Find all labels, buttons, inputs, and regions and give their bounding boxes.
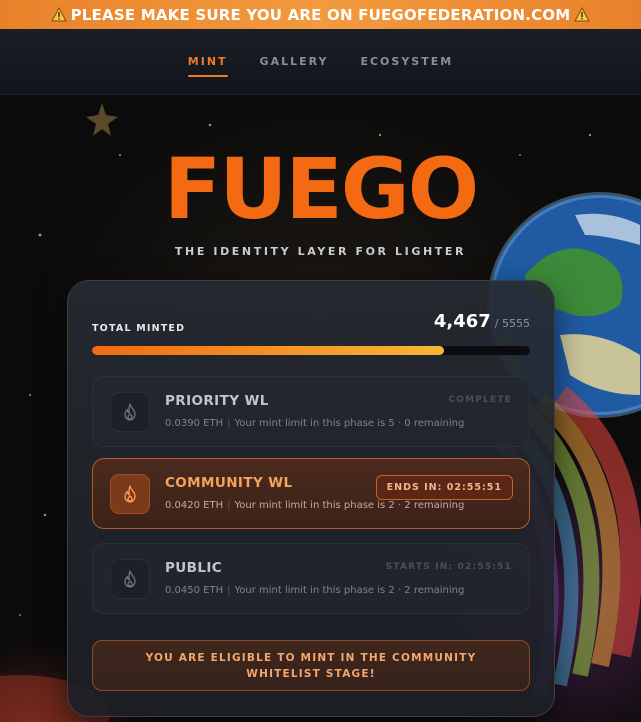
countdown-badge: ENDS IN: 02:55:51 — [375, 475, 513, 500]
hero-section: FUEGO THE IDENTITY LAYER FOR LIGHTER TOT… — [0, 95, 641, 722]
phase-limit: Your mint limit in this phase is 2 · 2 r… — [234, 500, 465, 511]
star-decoration — [86, 103, 118, 136]
phase-status: COMPLETE — [448, 395, 512, 405]
phase-priority-wl[interactable]: PRIORITY WL 0.0390 ETH | Your mint limit i… — [92, 376, 530, 447]
warning-banner: PLEASE MAKE SURE YOU ARE ON FUEGOFEDERAT… — [0, 0, 641, 29]
tab-gallery[interactable]: GALLERY — [260, 49, 329, 74]
phase-price: 0.0390 ETH — [165, 418, 224, 429]
phase-limit: Your mint limit in this phase is 5 · 0 r… — [234, 418, 465, 429]
phase-name: COMMUNITY WL — [165, 475, 293, 491]
phase-public[interactable]: PUBLIC 0.0450 ETH | Your mint limit in thi… — [92, 543, 530, 614]
total-supply: / 5555 — [494, 317, 530, 330]
phase-price: 0.0420 ETH — [165, 500, 224, 511]
top-nav: MINT GALLERY ECOSYSTEM — [0, 29, 641, 95]
phase-info: 0.0390 ETH | Your mint limit in this phase… — [165, 418, 465, 429]
tagline: THE IDENTITY LAYER FOR LIGHTER — [174, 245, 467, 258]
tab-ecosystem[interactable]: ECOSYSTEM — [360, 49, 453, 74]
warning-icon — [50, 7, 67, 22]
fuego-logo: FUEGO — [163, 140, 479, 238]
mint-card: TOTAL MINTED 4,467 / 5555 PRIORITY WL 0.… — [67, 280, 555, 717]
warning-text: PLEASE MAKE SURE YOU ARE ON FUEGOFEDERAT… — [70, 5, 571, 24]
warning-icon — [574, 7, 591, 22]
flame-icon — [110, 392, 150, 432]
tab-mint[interactable]: MINT — [187, 49, 228, 77]
total-minted-label: TOTAL MINTED — [92, 323, 186, 334]
phase-price: 0.0450 ETH — [165, 585, 224, 596]
minted-counter: 4,467 / 5555 — [434, 311, 530, 332]
phase-community-wl[interactable]: COMMUNITY WL 0.0420 ETH | Your mint limit … — [92, 458, 530, 529]
eligibility-notice: YOU ARE ELIGIBLE TO MINT IN THE COMMUNIT… — [92, 640, 530, 691]
phase-status: STARTS IN: 02:55:51 — [385, 562, 512, 572]
phase-name: PRIORITY WL — [165, 393, 269, 409]
minted-count: 4,467 — [433, 311, 491, 332]
phase-info: 0.0420 ETH | Your mint limit in this phase… — [165, 500, 465, 511]
phase-limit: Your mint limit in this phase is 2 · 2 r… — [234, 585, 465, 596]
phase-name: PUBLIC — [165, 560, 223, 576]
mint-progress-bar — [92, 346, 530, 355]
mint-progress-fill — [92, 346, 445, 355]
flame-icon — [110, 474, 150, 514]
phase-info: 0.0450 ETH | Your mint limit in this phase… — [165, 585, 465, 596]
flame-icon — [110, 559, 150, 599]
